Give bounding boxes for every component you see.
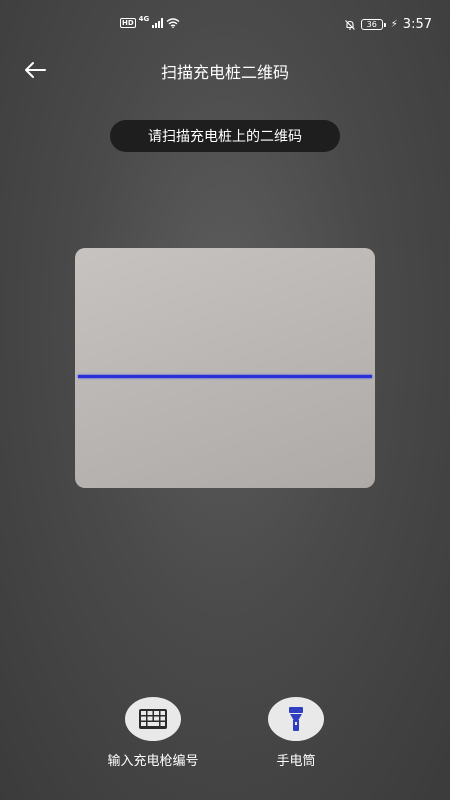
battery-tip	[383, 22, 386, 27]
page-title: 扫描充电桩二维码	[160, 63, 289, 82]
bell-off-icon	[344, 19, 355, 30]
input-code-button[interactable]	[125, 697, 181, 741]
input-code-label[interactable]: 输入充电枪编号	[107, 750, 198, 769]
flashlight-icon	[289, 707, 303, 731]
status-left: HD 4G	[120, 15, 180, 28]
status-right: 36 ⚡ 3:57	[344, 17, 432, 32]
nav-bar: 扫描充电桩二维码	[0, 50, 450, 90]
signal-icon	[152, 18, 164, 28]
input-code-tool[interactable]: 输入充电枪编号	[93, 697, 213, 769]
keyboard-icon	[139, 709, 167, 729]
scan-hint: 请扫描充电桩上的二维码	[110, 120, 340, 152]
scan-line	[78, 375, 372, 378]
flashlight-label[interactable]: 手电筒	[276, 750, 315, 769]
wifi-icon	[166, 18, 180, 28]
hd-icon: HD	[120, 18, 136, 28]
network-type-label: 4G	[138, 15, 150, 23]
flashlight-button[interactable]	[268, 697, 324, 741]
battery-icon: 36	[360, 19, 386, 30]
clock: 3:57	[402, 17, 432, 32]
status-bar: HD 4G 36 ⚡ 3:57	[0, 0, 450, 50]
charging-icon: ⚡	[390, 19, 398, 30]
battery-level: 36	[360, 19, 383, 30]
scan-viewfinder	[75, 248, 375, 488]
flashlight-tool[interactable]: 手电筒	[236, 697, 356, 769]
